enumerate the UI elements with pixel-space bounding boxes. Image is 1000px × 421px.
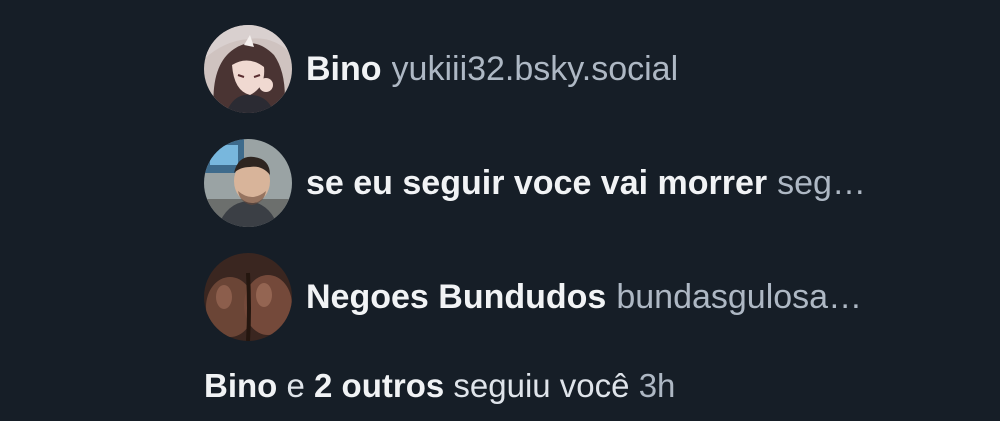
follow-notification: Bino yukiii32.bsky.social se eu seguir v…: [0, 0, 1000, 421]
summary-time: 3h: [638, 367, 676, 404]
avatar[interactable]: [204, 139, 292, 227]
follower-name-line: Negoes Bundudos bundasgulosa…: [306, 277, 862, 317]
handle: seg…: [777, 164, 866, 202]
dark-skin-photo-avatar-icon: [204, 253, 292, 341]
handle: bundasgulosa…: [616, 278, 863, 316]
follower-item-bino[interactable]: Bino yukiii32.bsky.social: [204, 25, 678, 113]
display-name: Bino: [306, 50, 382, 88]
summary-others[interactable]: 2 outros: [314, 367, 444, 404]
display-name: Negoes Bundudos: [306, 278, 607, 316]
avatar[interactable]: [204, 25, 292, 113]
follower-name-line: se eu seguir voce vai morrer seg…: [306, 163, 866, 203]
summary-first-name[interactable]: Bino: [204, 367, 277, 404]
handle: yukiii32.bsky.social: [391, 50, 679, 88]
display-name: se eu seguir voce vai morrer: [306, 164, 768, 202]
avatar[interactable]: [204, 253, 292, 341]
follower-item-negoes-bundudos[interactable]: Negoes Bundudos bundasgulosa…: [204, 253, 862, 341]
man-photo-avatar-icon: [204, 139, 292, 227]
summary-connector: e: [286, 367, 305, 404]
summary-action: seguiu você: [453, 367, 630, 404]
follow-summary: Bino e 2 outros seguiu você 3h: [204, 364, 675, 408]
follower-item-se-eu-seguir[interactable]: se eu seguir voce vai morrer seg…: [204, 139, 866, 227]
anime-character-avatar-icon: [204, 25, 292, 113]
follower-name-line: Bino yukiii32.bsky.social: [306, 49, 678, 89]
